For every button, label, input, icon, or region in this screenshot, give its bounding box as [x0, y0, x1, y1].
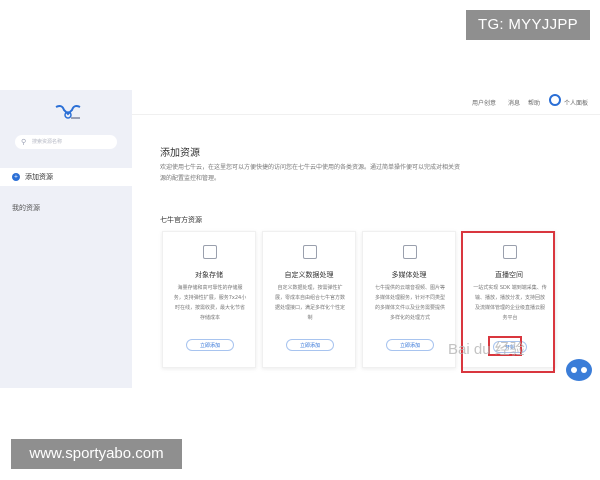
card-description: 自定义数据处理，按需弹性扩展，零成本自由组合七牛官方数据处理接口，满足多样化个性… — [274, 285, 345, 321]
section-title: 七牛官方资源 — [160, 216, 202, 224]
logo-icon — [55, 105, 81, 119]
mascot-icon — [566, 359, 592, 381]
add-button[interactable]: 立即添加 — [186, 339, 234, 351]
storage-icon — [203, 245, 217, 259]
topbar-item-help[interactable]: 帮助 — [528, 98, 540, 107]
page-description: 欢迎使用七牛云，在这里您可以方便快捷的访问您在七牛云中使用的各类资源。通过简单操… — [160, 164, 461, 182]
topbar-item-messages[interactable]: 消息 — [508, 98, 520, 107]
card-description: 海量存储和高可靠性的存储服务，支持弹性扩展，服务7x24小时在线，按需收费，最大… — [173, 285, 247, 321]
card-custom-processing: 自定义数据处理 自定义数据处理，按需弹性扩展，零成本自由组合七牛官方数据处理接口… — [262, 231, 356, 368]
add-icon: + — [12, 173, 20, 181]
top-right-watermark: TG: MYYJJPP — [466, 10, 590, 40]
sidebar-item-add-resource[interactable]: + 添加资源 — [0, 168, 132, 186]
card-title: 对象存储 — [195, 271, 223, 279]
add-button[interactable]: 立即添加 — [286, 339, 334, 351]
card-description: 七牛提供的云端音视频、图片等多媒体处理服务，针对不同类型的多媒体文件以及业务需要… — [374, 285, 445, 321]
media-icon — [403, 245, 417, 259]
user-avatar-icon[interactable] — [549, 94, 561, 106]
topbar-item-ideas[interactable]: 用户创意 — [472, 98, 496, 107]
card-object-storage: 对象存储 海量存储和高可靠性的存储服务，支持弹性扩展，服务7x24小时在线，按需… — [162, 231, 256, 368]
add-button[interactable]: 立即添加 — [386, 339, 434, 351]
processing-icon — [303, 245, 317, 259]
user-menu-label[interactable]: 个人面板 — [564, 98, 588, 107]
topbar: 用户创意 消息 帮助 个人面板 — [132, 90, 600, 115]
sidebar-item-my-resources[interactable]: 我的资源 — [12, 203, 40, 213]
card-media-processing: 多媒体处理 七牛提供的云端音视频、图片等多媒体处理服务，针对不同类型的多媒体文件… — [362, 231, 456, 368]
search-icon: ⚲ — [21, 138, 27, 146]
search-placeholder: 搜索资源名称 — [32, 139, 63, 145]
card-title: 多媒体处理 — [391, 271, 427, 279]
search-input[interactable]: ⚲ 搜索资源名称 — [15, 135, 117, 149]
sidebar: ⚲ 搜索资源名称 + 添加资源 我的资源 — [0, 90, 132, 388]
sidebar-item-label: 添加资源 — [25, 173, 53, 181]
bottom-left-watermark: www.sportyabo.com — [11, 439, 182, 469]
baidu-watermark: Bai du 经验 — [448, 341, 525, 358]
card-title: 自定义数据处理 — [284, 271, 334, 279]
page-title: 添加资源 — [160, 148, 200, 159]
